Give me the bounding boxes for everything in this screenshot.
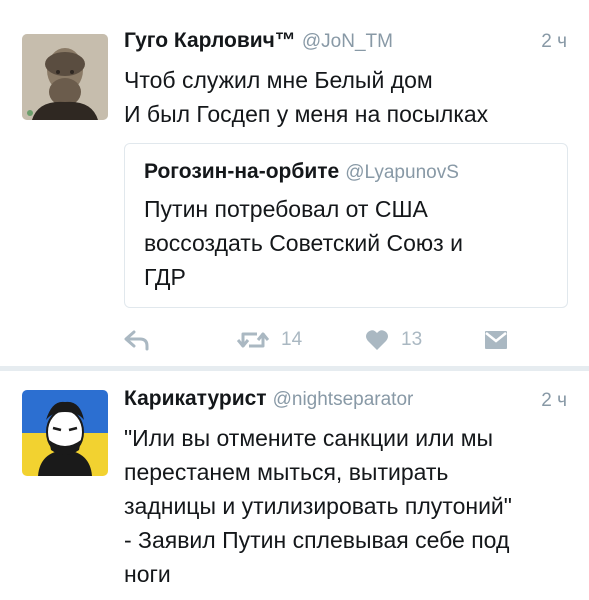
tweet-text-line: - Заявил Путин сплевывая себе под — [124, 527, 510, 553]
direct-message-button[interactable] — [484, 326, 508, 354]
tweet-text-line: задницы и утилизировать плутоний" — [124, 493, 512, 519]
tweet[interactable]: Карикатурист @nightseparator 2 ч "Или вы … — [0, 371, 589, 600]
cartoon-avatar-image — [22, 390, 108, 476]
quoted-text-line: воссоздать Советский Союз и — [144, 230, 463, 256]
like-button[interactable]: 13 — [365, 326, 422, 354]
like-count: 13 — [401, 329, 423, 350]
tweet-text: "Или вы отмените санкции или мы перестан… — [124, 421, 574, 591]
retweet-count: 14 — [281, 329, 303, 350]
tweet-text-line: перестанем мыться, вытирать — [124, 459, 449, 485]
reply-icon — [124, 330, 149, 351]
quoted-tweet[interactable]: Рогозин-на-орбите @LyapunovS Путин потреб… — [124, 143, 568, 308]
quoted-tweet-text: Путин потребовал от США воссоздать Совет… — [144, 192, 463, 294]
tweet[interactable]: Гуго Карлович™ @JoN_TM 2 ч Чтоб служил мн… — [0, 0, 589, 368]
tweet-text-line: И был Госдеп у меня на посылках — [124, 101, 489, 127]
tweet-actions: 14 13 — [124, 326, 568, 354]
retweet-button[interactable]: 14 — [237, 326, 302, 354]
tweet-timestamp[interactable]: 2 ч — [541, 390, 567, 412]
author-handle[interactable]: @JoN_TM — [302, 31, 393, 52]
direct-message-icon — [485, 331, 507, 349]
quoted-tweet-header: Рогозин-на-орбите @LyapunovS — [144, 160, 459, 184]
tweet-timestamp[interactable]: 2 ч — [541, 31, 567, 53]
avatar[interactable] — [22, 34, 108, 120]
portrait-avatar-image — [22, 34, 108, 120]
author-name[interactable]: Гуго Карлович™ — [124, 29, 296, 52]
reply-button[interactable] — [124, 326, 150, 354]
retweet-icon — [237, 332, 269, 348]
tweet-text-line: Чтоб служил мне Белый дом — [124, 67, 433, 93]
tweet-text: Чтоб служил мне Белый дом И был Госдеп у… — [124, 63, 554, 131]
tweet-header: Гуго Карлович™ @JoN_TM — [124, 29, 393, 53]
tweet-text-line: ноги — [124, 561, 171, 587]
quoted-text-line: Путин потребовал от США — [144, 196, 428, 222]
heart-icon — [366, 330, 388, 350]
author-name[interactable]: Карикатурист — [124, 387, 267, 410]
author-handle[interactable]: @nightseparator — [273, 389, 414, 410]
quoted-author-name: Рогозин-на-орбите — [144, 160, 340, 183]
quoted-author-handle: @LyapunovS — [345, 162, 459, 183]
tweet-header: Карикатурист @nightseparator — [124, 387, 413, 411]
tweet-text-line: "Или вы отмените санкции или мы — [124, 425, 494, 451]
quoted-text-line: ГДР — [144, 264, 186, 290]
avatar[interactable] — [22, 390, 108, 476]
